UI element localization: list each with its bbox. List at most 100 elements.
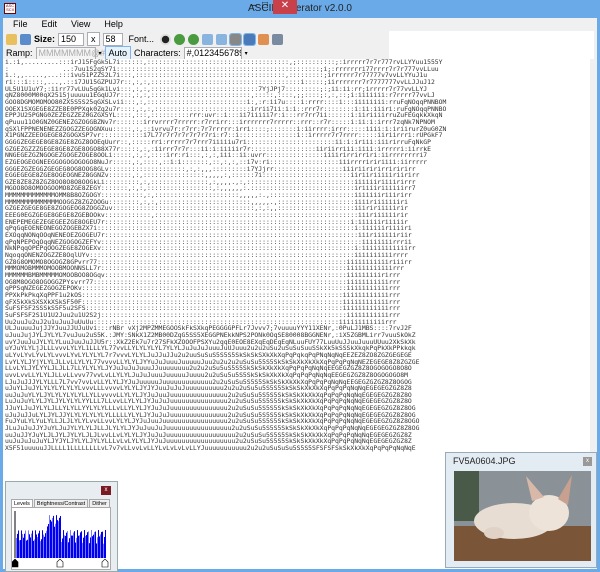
histogram-bar <box>66 532 67 558</box>
histogram-bar <box>97 537 98 558</box>
histogram-bar <box>21 530 22 558</box>
menu-file[interactable]: File <box>7 18 34 31</box>
histogram-bar <box>104 536 105 558</box>
histogram-bar <box>101 531 102 558</box>
histogram-bar <box>40 541 41 558</box>
histogram-bar <box>29 534 30 558</box>
image-preview-window: FV5A0604.JPG x <box>445 452 597 568</box>
histogram-bar <box>45 533 46 558</box>
preview-icon[interactable] <box>272 33 284 45</box>
histogram-bar <box>24 533 25 558</box>
menu-bar: File Edit View Help <box>3 18 597 31</box>
histogram-bar <box>72 535 73 558</box>
histogram-bar <box>36 534 37 558</box>
image-mode-icon[interactable] <box>243 32 257 46</box>
histogram-bar <box>76 537 77 558</box>
histogram-bar <box>64 535 65 558</box>
menu-edit[interactable]: Edit <box>36 18 64 31</box>
histogram-bar <box>30 537 31 558</box>
menu-help[interactable]: Help <box>98 18 129 31</box>
histogram-bar <box>37 537 38 558</box>
histogram-bar <box>89 543 90 558</box>
close-button[interactable]: ✕ <box>273 0 297 14</box>
histogram-bar <box>52 518 53 558</box>
histogram-bar <box>33 540 34 558</box>
histogram-bar <box>54 526 55 558</box>
histogram-bar <box>43 534 44 558</box>
histogram-bar <box>81 531 82 558</box>
histogram-bar <box>38 533 39 558</box>
ramp-label: Ramp: <box>6 48 33 58</box>
fixed-width-icon[interactable] <box>229 32 243 46</box>
auto-button[interactable]: Auto <box>104 46 132 60</box>
histogram-bar <box>50 519 51 558</box>
close-icon[interactable]: x <box>583 457 592 466</box>
histogram-bar <box>105 530 106 558</box>
histogram-bar <box>48 523 49 558</box>
close-icon[interactable]: x <box>101 486 111 495</box>
histogram-bar <box>102 531 103 558</box>
histogram-bar <box>103 543 104 558</box>
histogram-bar <box>88 531 89 558</box>
histogram-bar <box>16 538 17 558</box>
histogram-bar <box>39 530 40 558</box>
characters-select[interactable]: #,0123456789:;( <box>183 46 242 60</box>
histogram-bar <box>85 535 86 558</box>
white-point-slider[interactable] <box>101 558 109 568</box>
black-point-slider[interactable] <box>11 558 19 568</box>
histogram-bar <box>31 533 32 558</box>
levels-window: x Levels Brightness/Contrast Dither <box>5 481 118 572</box>
histogram-bar <box>18 530 19 558</box>
histogram-bar <box>87 532 88 558</box>
title-bar: ASC SCII ASCII Generator v2.0.0 – □ ✕ <box>0 0 600 18</box>
ramp-dropdown-icon[interactable]: ▾ <box>99 50 102 57</box>
histogram-bar <box>98 530 99 558</box>
histogram-bar <box>93 534 94 558</box>
flip-horizontal-icon[interactable] <box>202 33 214 45</box>
maximize-button[interactable]: □ <box>255 0 275 14</box>
histogram-bar <box>96 543 97 558</box>
histogram-bar <box>84 530 85 558</box>
histogram-bar <box>60 515 61 558</box>
histogram-bar <box>44 536 45 558</box>
histogram-bar <box>23 537 24 558</box>
flip-vertical-icon[interactable] <box>216 33 228 45</box>
midpoint-slider[interactable] <box>56 558 64 568</box>
font-button[interactable]: Font... <box>126 34 158 44</box>
invert-icon[interactable] <box>160 33 172 45</box>
histogram-bar <box>28 530 29 558</box>
histogram <box>11 511 109 568</box>
histogram-bar <box>27 539 28 558</box>
histogram-bar <box>95 531 96 558</box>
save-icon[interactable] <box>20 33 31 45</box>
histogram-bar <box>80 532 81 558</box>
size-label: Size: <box>34 34 56 44</box>
histogram-bar <box>22 534 23 558</box>
histogram-bar <box>77 530 78 558</box>
height-input[interactable]: 58 <box>102 32 123 46</box>
width-input[interactable]: 150 <box>58 32 85 46</box>
histogram-bar <box>75 542 76 558</box>
histogram-bar <box>74 531 75 558</box>
ascii-line: X5F51uuuuuJJLLLL1LLLLLLLLvL7v7vLLvvLvLLY… <box>5 444 416 453</box>
rotate-right-icon[interactable] <box>188 33 200 45</box>
histogram-bar <box>56 515 57 558</box>
histogram-bar <box>20 540 21 558</box>
histogram-bar <box>90 537 91 558</box>
histogram-bar <box>58 521 59 558</box>
histogram-bar <box>71 535 72 558</box>
colour-icon[interactable] <box>258 33 270 45</box>
histogram-bar <box>26 540 27 558</box>
characters-dropdown-icon[interactable]: ▾ <box>245 50 248 57</box>
histogram-bar <box>35 530 36 558</box>
open-icon[interactable] <box>6 33 17 45</box>
histogram-bar <box>42 530 43 558</box>
histogram-bar <box>83 537 84 558</box>
histogram-bar <box>57 520 58 558</box>
rotate-left-icon[interactable] <box>174 33 186 45</box>
lock-ratio-button[interactable]: x <box>87 32 100 46</box>
ramp-select[interactable]: MMMMMMM@# <box>35 46 105 60</box>
histogram-bar <box>78 535 79 558</box>
histogram-bar <box>41 539 42 558</box>
menu-view[interactable]: View <box>65 18 96 31</box>
